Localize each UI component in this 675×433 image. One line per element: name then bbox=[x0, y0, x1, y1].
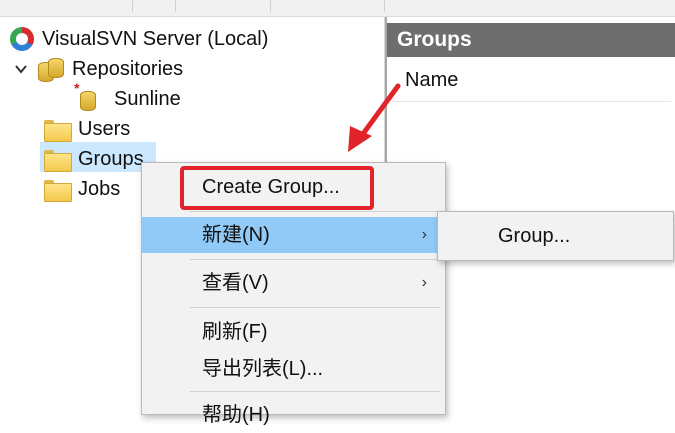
menu-separator bbox=[190, 211, 440, 212]
tree-item-label: Users bbox=[78, 118, 131, 140]
tree-item-label: VisualSVN Server (Local) bbox=[42, 28, 269, 50]
menu-item-label: 新建(N) bbox=[202, 224, 270, 246]
submenu-new: Group... bbox=[437, 211, 674, 261]
menu-item-view[interactable]: 查看(V) › bbox=[142, 265, 445, 301]
toolbar-separator bbox=[175, 0, 176, 12]
menu-item-label: 查看(V) bbox=[202, 272, 269, 294]
folder-icon bbox=[44, 178, 72, 202]
menu-item-help[interactable]: 帮助(H) bbox=[142, 397, 445, 433]
submenu-arrow-icon: › bbox=[421, 274, 427, 291]
folder-icon bbox=[44, 118, 72, 142]
menu-item-label: Group... bbox=[498, 225, 571, 247]
folder-icon bbox=[44, 148, 72, 172]
tree-item-visualsvn-server[interactable]: VisualSVN Server (Local) bbox=[10, 24, 268, 54]
tree-item-label: Repositories bbox=[72, 58, 184, 80]
menu-item-label: 导出列表(L)... bbox=[202, 358, 324, 380]
repositories-icon bbox=[38, 56, 64, 82]
menu-item-label: 帮助(H) bbox=[202, 404, 270, 426]
column-divider bbox=[391, 101, 671, 102]
tree-item-repo-sunline[interactable]: * Sunline bbox=[74, 80, 181, 114]
column-header-name[interactable]: Name bbox=[405, 69, 458, 92]
visualsvn-logo-icon bbox=[10, 27, 34, 51]
toolbar-separator bbox=[270, 0, 271, 12]
toolbar-separator bbox=[132, 0, 133, 12]
annotation-highlight-box bbox=[180, 166, 374, 210]
context-menu: Create Group... 新建(N) › 查看(V) › 刷新(F) 导出… bbox=[141, 162, 446, 426]
details-pane-header: Groups bbox=[387, 23, 675, 57]
tree-item-label: Jobs bbox=[78, 178, 121, 200]
tree-item-label: Groups bbox=[78, 148, 144, 170]
menu-item-export-list[interactable]: 导出列表(L)... bbox=[142, 351, 445, 387]
submenu-arrow-icon: › bbox=[421, 226, 427, 243]
tree-item-repositories[interactable]: Repositories bbox=[12, 54, 183, 84]
menu-separator bbox=[190, 259, 440, 260]
submenu-item-group[interactable]: Group... bbox=[438, 218, 673, 254]
tree-item-users[interactable]: Users bbox=[44, 114, 130, 144]
menu-item-label: 刷新(F) bbox=[202, 321, 268, 343]
menu-item-new[interactable]: 新建(N) › bbox=[142, 217, 445, 253]
menu-separator bbox=[190, 307, 440, 308]
chevron-down-icon[interactable] bbox=[12, 60, 30, 78]
tree-item-groups[interactable]: Groups bbox=[44, 144, 144, 174]
tree-item-jobs[interactable]: Jobs bbox=[44, 174, 120, 204]
menu-item-refresh[interactable]: 刷新(F) bbox=[142, 314, 445, 350]
menu-separator bbox=[190, 391, 440, 392]
tree-item-label: Sunline bbox=[114, 88, 181, 110]
repository-modified-icon: * bbox=[74, 80, 96, 111]
top-toolbar-strip bbox=[0, 0, 675, 17]
toolbar-separator bbox=[384, 0, 385, 12]
